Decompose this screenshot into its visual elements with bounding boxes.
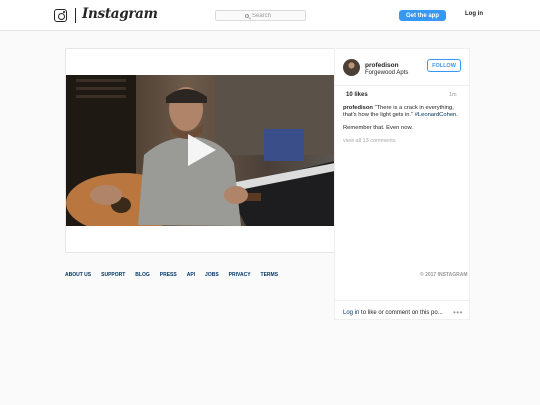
more-options-icon[interactable]: ••• — [453, 308, 463, 317]
footer-link-api[interactable]: API — [187, 272, 195, 278]
play-icon[interactable] — [188, 134, 216, 166]
top-navigation-bar: Instagram Get the app Log in — [0, 0, 540, 31]
footer-link-about-us[interactable]: ABOUT US — [65, 272, 91, 278]
post-sidebar: profedison Forgewood Apts FOLLOW 10 like… — [334, 48, 470, 320]
caption-second-line: Remember that. Even now. — [343, 125, 413, 131]
view-all-comments-link[interactable]: view all 13 comments — [343, 138, 396, 144]
post-location[interactable]: Forgewood Apts — [365, 70, 408, 76]
logo-divider — [75, 8, 76, 23]
divider — [335, 300, 469, 301]
caption-end: . — [456, 112, 458, 118]
search-input[interactable] — [252, 12, 276, 19]
footer-link-jobs[interactable]: JOBS — [205, 272, 219, 278]
comment-prompt: Log in to like or comment on this po... — [343, 310, 443, 316]
divider — [335, 85, 469, 86]
footer-link-privacy[interactable]: PRIVACY — [229, 272, 251, 278]
footer-link-support[interactable]: SUPPORT — [101, 272, 125, 278]
instagram-camera-icon[interactable] — [54, 9, 67, 22]
footer-link-terms[interactable]: TERMS — [261, 272, 279, 278]
footer-navigation: ABOUT US SUPPORT BLOG PRESS API JOBS PRI… — [65, 272, 278, 278]
comment-prompt-text: to like or comment on this po... — [359, 310, 443, 316]
post-timestamp: 1m — [449, 92, 457, 98]
post-video[interactable] — [66, 75, 335, 226]
caption-username[interactable]: profedison — [343, 105, 373, 111]
post-caption: profedison “There is a crack in everythi… — [343, 105, 469, 119]
log-in-link[interactable]: Log in — [465, 11, 483, 17]
footer-link-press[interactable]: PRESS — [160, 272, 177, 278]
get-the-app-button[interactable]: Get the app — [399, 10, 446, 21]
log-in-to-comment-link[interactable]: Log in — [343, 310, 359, 316]
search-box[interactable] — [215, 10, 306, 21]
avatar[interactable] — [343, 59, 360, 76]
instagram-wordmark[interactable]: Instagram — [82, 6, 158, 22]
likes-count[interactable]: 10 likes — [346, 92, 368, 98]
copyright-notice: © 2017 INSTAGRAM — [420, 272, 468, 278]
follow-button[interactable]: FOLLOW — [427, 59, 461, 72]
search-icon — [245, 13, 249, 18]
hashtag-link[interactable]: #LeonardCohen — [415, 112, 457, 118]
post-author-username[interactable]: profedison — [365, 62, 399, 69]
footer-link-blog[interactable]: BLOG — [135, 272, 149, 278]
